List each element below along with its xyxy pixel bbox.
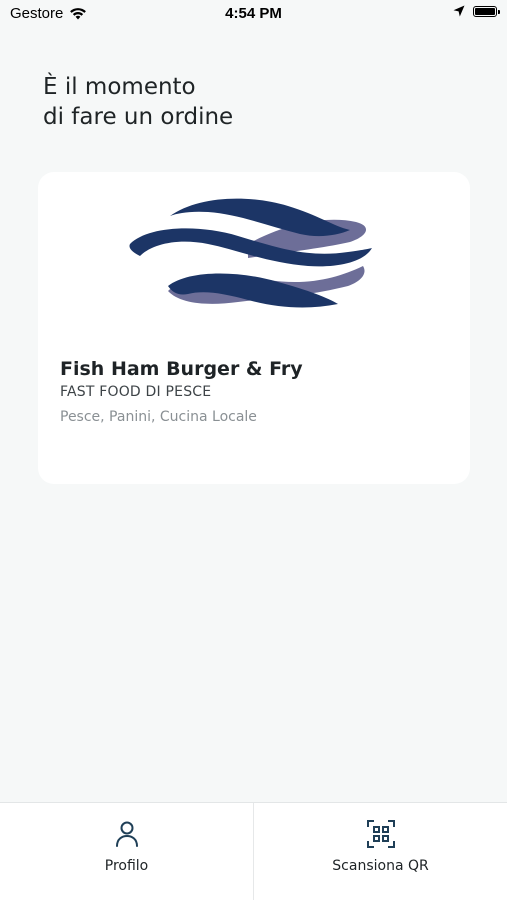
location-arrow-icon [453,5,465,17]
tab-profile-label: Profilo [104,858,149,874]
battery-level [475,7,495,15]
page-title: È il momento di fare un ordine [43,72,233,132]
tab-scan-qr[interactable]: Scansiona QR [253,803,507,900]
status-time: 4:54 PM [225,5,282,22]
restaurant-tags: Pesce, Panini, Cucina Locale [60,409,257,425]
app-screen: Gestore 4:54 PM È il momento di fare un … [0,0,507,900]
restaurant-category: FAST FOOD DI PESCE [60,384,212,400]
tab-profile[interactable]: Profilo [0,803,253,900]
restaurant-logo [129,198,372,308]
tab-scan-qr-label: Scansiona QR [332,858,429,874]
qr-scan-icon [366,820,395,848]
status-bar: Gestore 4:54 PM [0,0,507,28]
page-title-line-2: di fare un ordine [43,104,234,130]
page-title-line-1: È il momento [43,74,196,100]
battery-icon [473,5,500,17]
restaurant-name: Fish Ham Burger & Fry [60,358,303,380]
restaurant-card[interactable]: Fish Ham Burger & Fry FAST FOOD DI PESCE… [38,172,470,484]
person-icon [115,821,138,847]
tab-bar: Profilo Scansiona QR [0,802,507,900]
status-right [453,5,500,17]
